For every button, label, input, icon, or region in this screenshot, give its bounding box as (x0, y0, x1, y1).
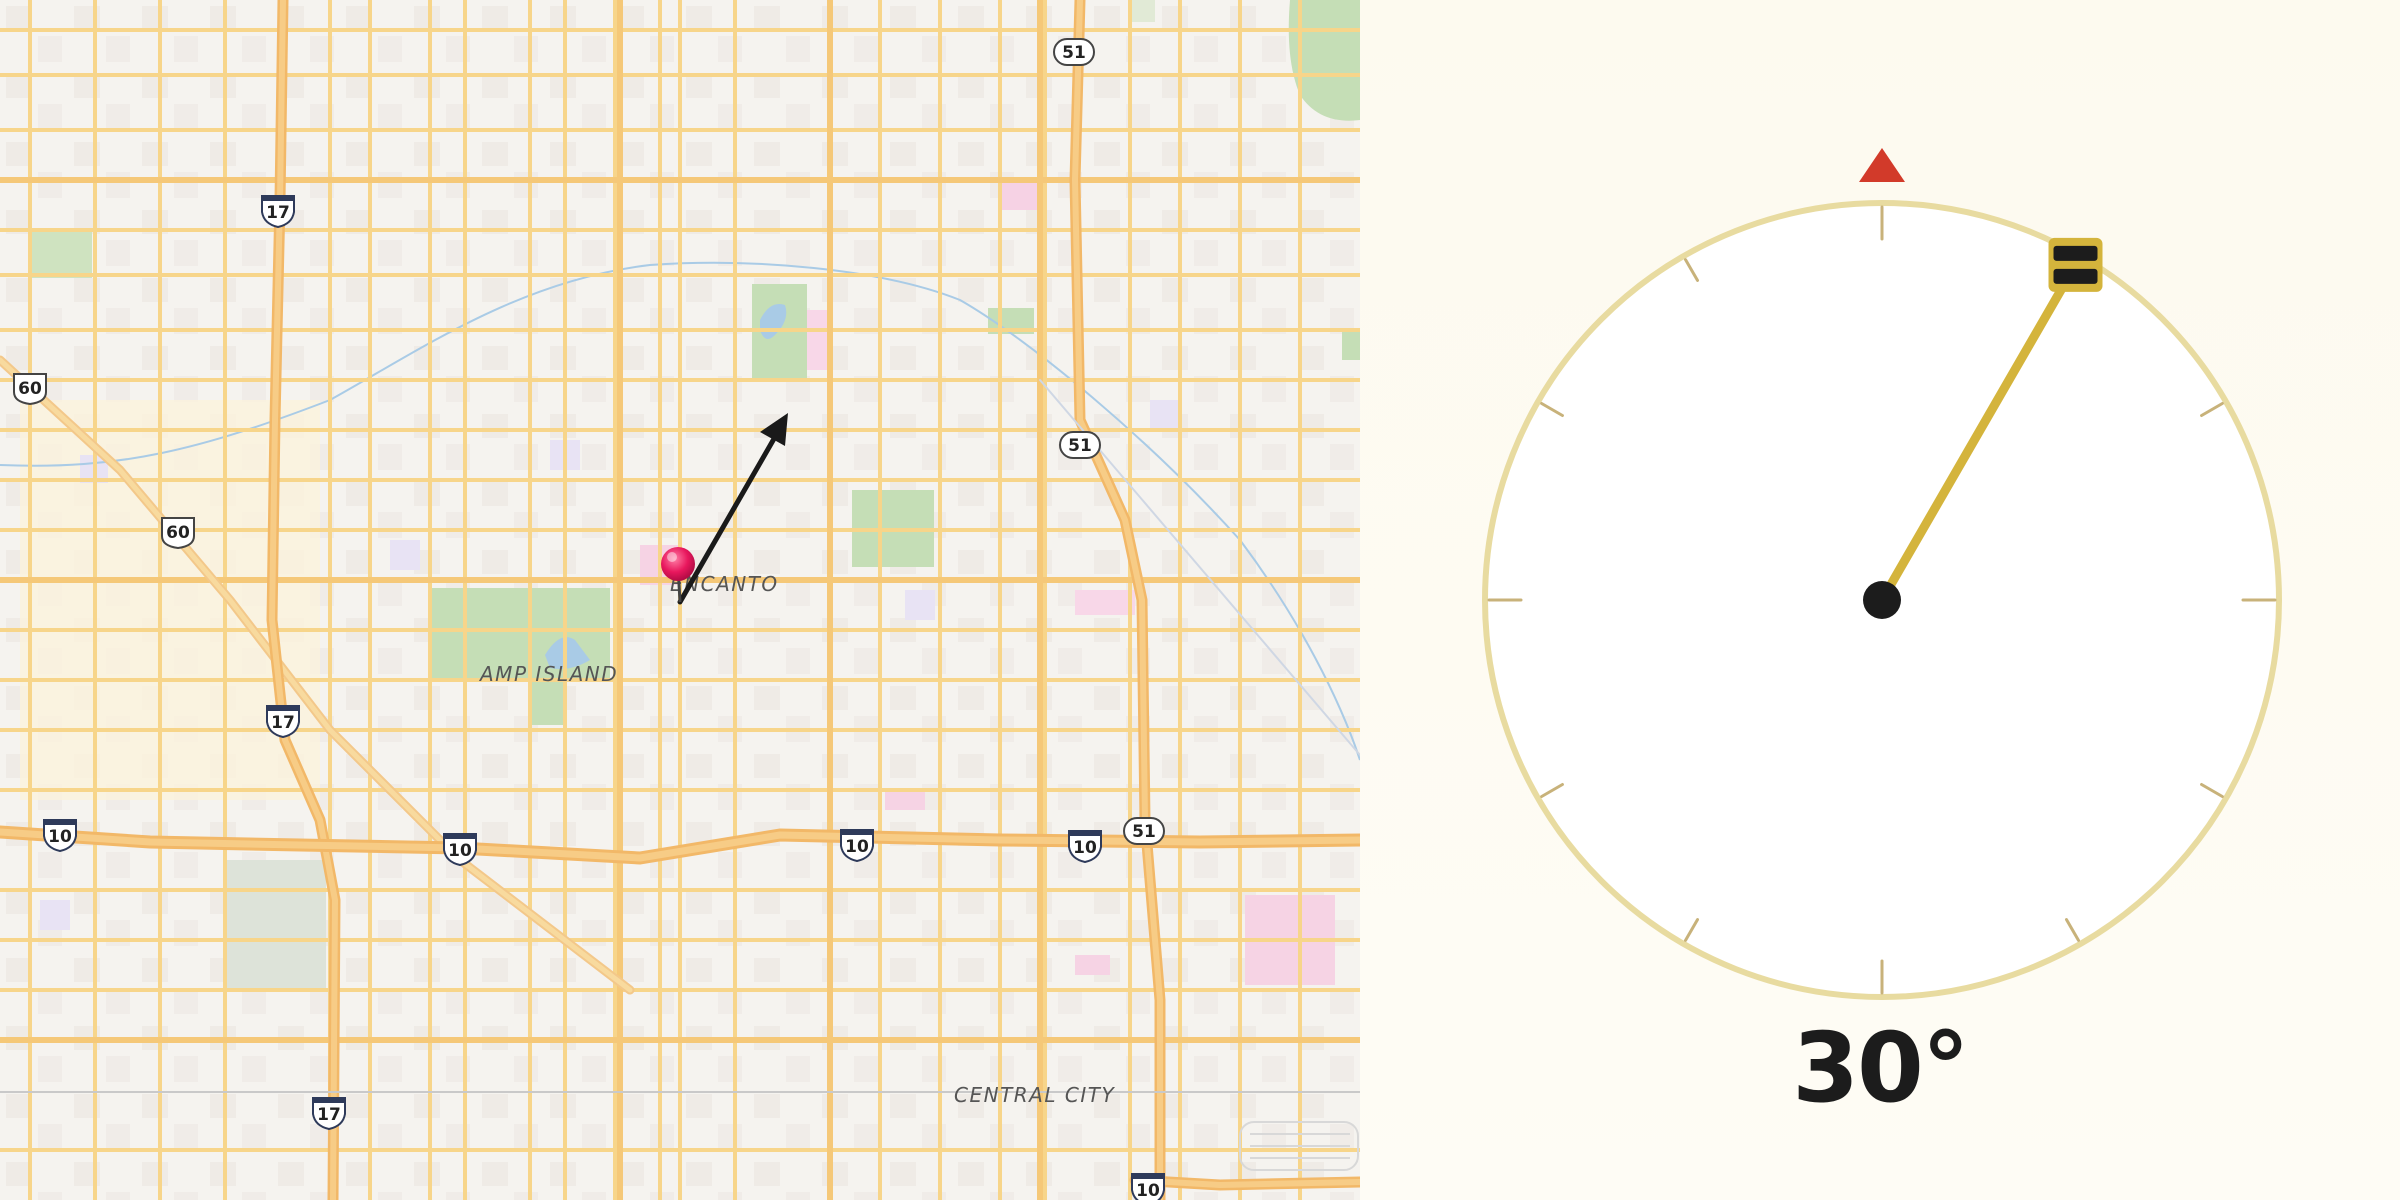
state-route-51-shield: 51 (1059, 431, 1101, 459)
north-marker-icon (1859, 148, 1905, 182)
heading-readout: 30° (1792, 1012, 1970, 1124)
interstate-10-shield: 10 (1131, 1173, 1165, 1200)
svg-text:51: 51 (1068, 436, 1092, 456)
svg-text:10: 10 (448, 841, 472, 861)
map-canvas[interactable]: ENCANTO AMP ISLAND CENTRAL CITY 60 60 17… (0, 0, 1360, 1200)
svg-text:60: 60 (18, 379, 42, 399)
interstate-10-shield: 10 (43, 819, 77, 853)
compass-dial[interactable] (1360, 0, 2400, 1000)
svg-text:60: 60 (166, 523, 190, 543)
state-route-51-shield: 51 (1123, 817, 1165, 845)
svg-text:10: 10 (48, 827, 72, 847)
svg-text:10: 10 (1136, 1181, 1160, 1200)
svg-text:10: 10 (1073, 838, 1097, 858)
place-label-central-city: CENTRAL CITY (954, 1083, 1115, 1107)
place-label-amp-island: AMP ISLAND (478, 662, 618, 686)
svg-text:17: 17 (271, 713, 295, 733)
state-route-51-shield: 51 (1053, 38, 1095, 66)
needle-handle-icon[interactable] (2048, 237, 2103, 292)
interstate-10-shield: 10 (443, 833, 477, 867)
svg-text:51: 51 (1062, 43, 1086, 63)
interstate-17-shield: 17 (266, 705, 300, 739)
svg-text:17: 17 (266, 203, 290, 223)
needle-pivot (1863, 581, 1901, 619)
interstate-10-shield: 10 (840, 829, 874, 863)
us-route-60-shield: 60 (161, 517, 195, 550)
svg-text:17: 17 (317, 1105, 341, 1125)
interstate-10-shield: 10 (1068, 830, 1102, 864)
interstate-17-shield: 17 (312, 1097, 346, 1131)
compass-panel: 30° (1360, 0, 2400, 1200)
us-route-60-shield: 60 (13, 373, 47, 406)
svg-text:51: 51 (1132, 822, 1156, 842)
interstate-17-shield: 17 (261, 195, 295, 229)
svg-text:10: 10 (845, 837, 869, 857)
map-view[interactable]: ENCANTO AMP ISLAND CENTRAL CITY 60 60 17… (0, 0, 1360, 1200)
